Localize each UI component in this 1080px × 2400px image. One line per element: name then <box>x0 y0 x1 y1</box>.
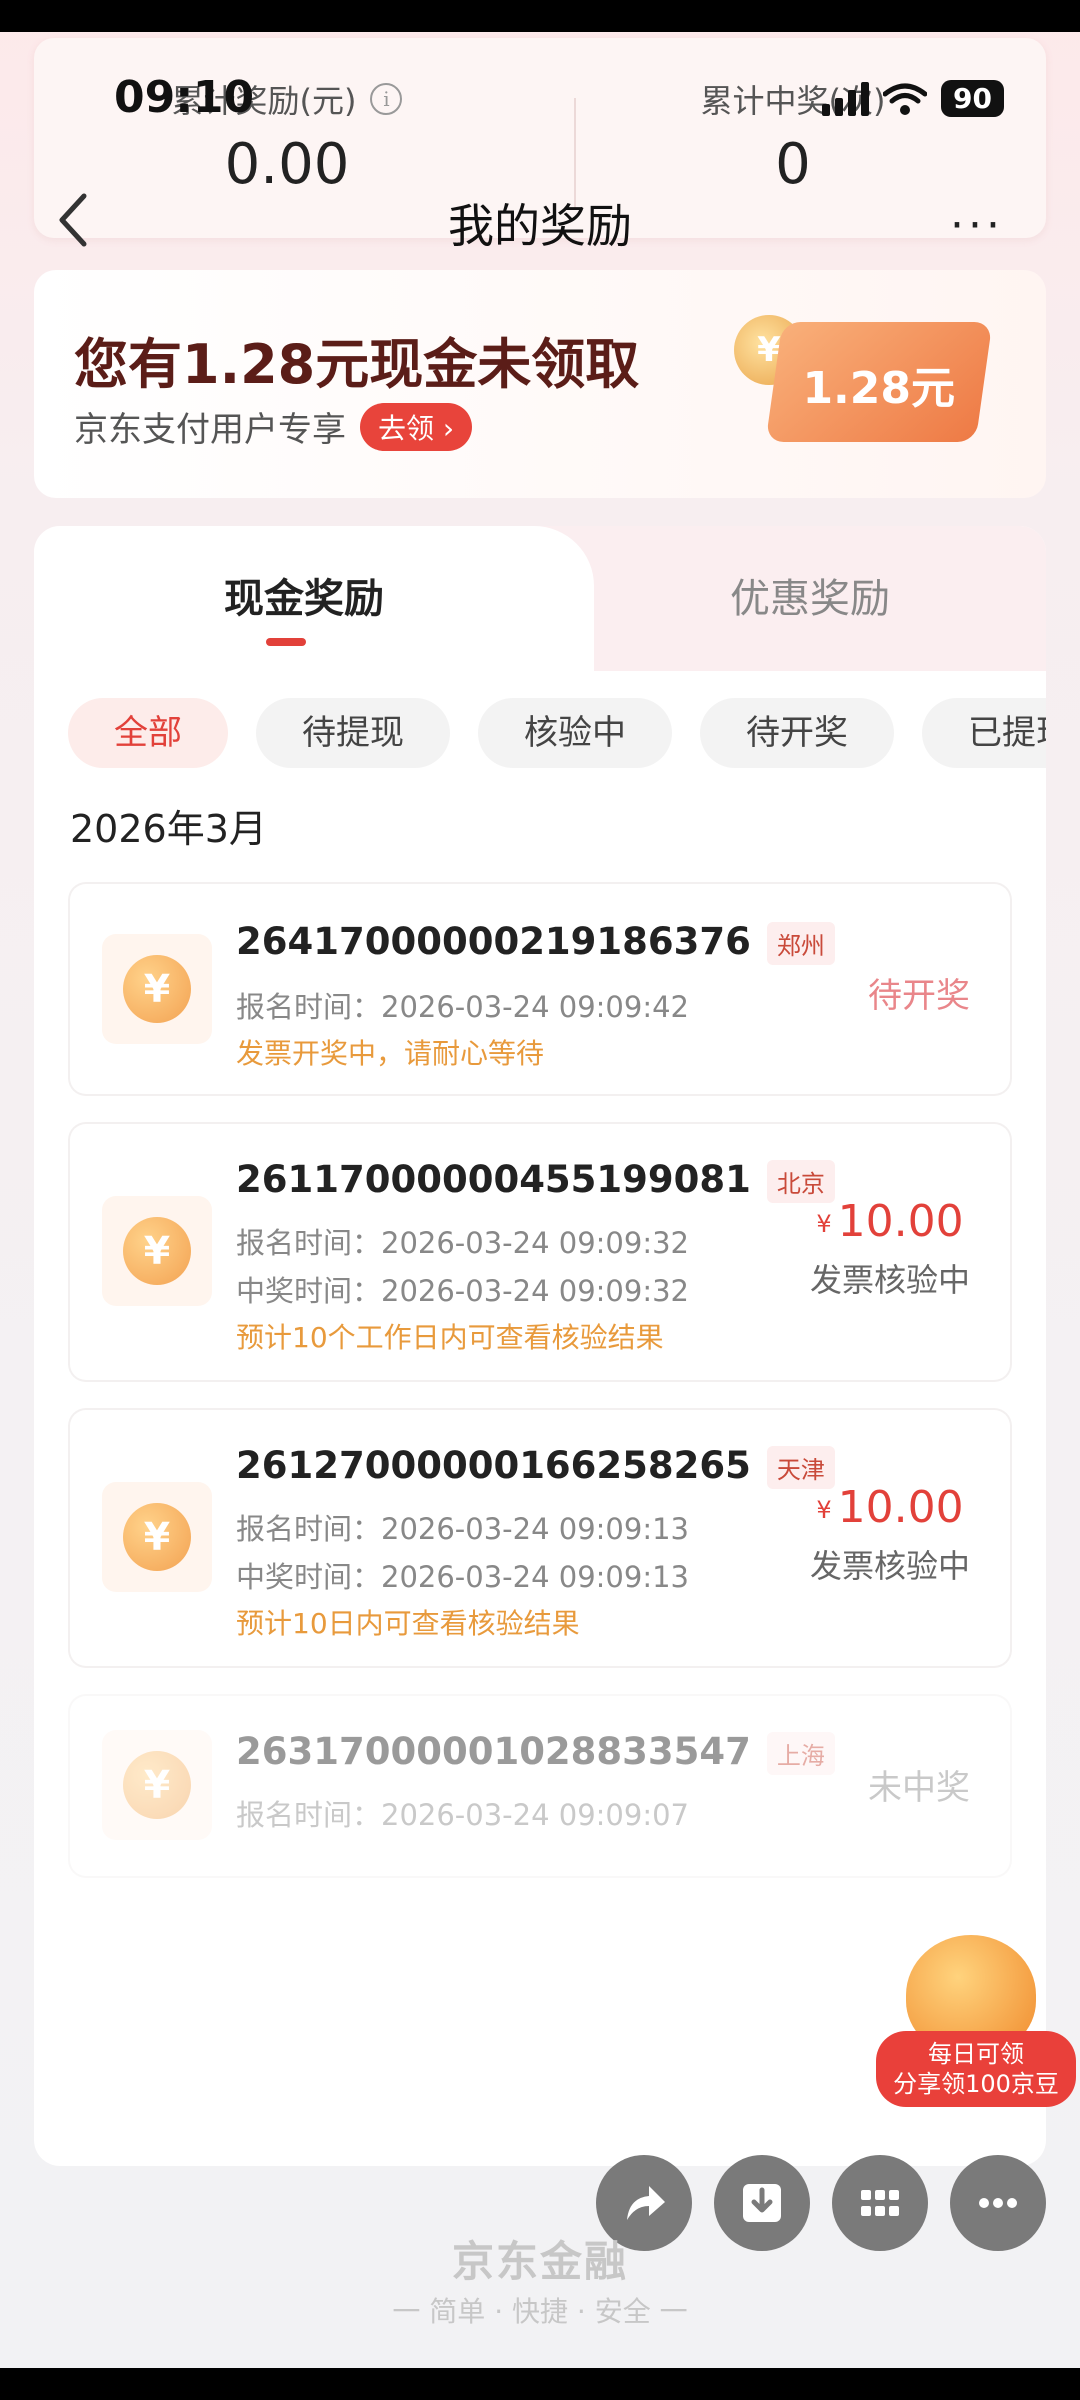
reward-amount: 10.00 <box>837 1482 964 1533</box>
banner-title: 您有1.28元现金未领取 <box>74 333 640 396</box>
bottom-screen-edge <box>0 2368 1080 2400</box>
tab-cash-rewards[interactable]: 现金奖励 <box>34 566 574 624</box>
filter-withdrawn[interactable]: 已提现 <box>922 698 1046 768</box>
more-options-button[interactable]: ··· <box>950 200 1004 251</box>
reward-entry[interactable]: ¥ 26127000000166258265 天津 报名时间：2026-03-24… <box>70 1410 1010 1666</box>
filter-verifying[interactable]: 核验中 <box>478 698 672 768</box>
entry-status: 发票核验中 <box>809 1261 970 1299</box>
entry-note: 预计10日内可查看核验结果 <box>236 1607 580 1640</box>
currency-symbol: ¥ <box>816 1496 832 1524</box>
total-reward-stat: 累计奖励(元) i 0.00 <box>34 76 540 197</box>
filter-pending-withdraw[interactable]: 待提现 <box>256 698 450 768</box>
page-title: 我的奖励 <box>448 199 632 253</box>
entry-status: 发票核验中 <box>809 1547 970 1585</box>
win-time: 中奖时间：2026-03-24 09:09:32 <box>236 1274 689 1308</box>
coin-icon: ¥ <box>102 1730 212 1840</box>
coin-icon: ¥ <box>102 1482 212 1592</box>
rewards-panel: 现金奖励 优惠奖励 全部 待提现 核验中 待开奖 已提现 2026年3月 ¥ 2… <box>34 526 1046 2166</box>
grid-icon <box>861 2190 899 2216</box>
download-icon <box>743 2184 781 2222</box>
footer-slogan: 一 简单 · 快捷 · 安全 一 <box>392 2295 688 2328</box>
cash-coupon-graphic: 1.28元 <box>765 322 993 442</box>
info-icon[interactable]: i <box>370 83 403 115</box>
footer-brand: 京东金融 <box>451 2237 628 2286</box>
battery-indicator: 90 <box>941 80 1004 117</box>
total-wins-value: 0 <box>775 132 811 197</box>
coin-icon: ¥ <box>102 934 212 1044</box>
entry-note: 发票开奖中，请耐心等待 <box>236 1037 545 1070</box>
tab-indicator <box>266 638 306 646</box>
filter-pending-draw[interactable]: 待开奖 <box>700 698 894 768</box>
coin-icon: ¥ <box>102 1196 212 1306</box>
signup-time: 报名时间：2026-03-24 09:09:42 <box>236 990 689 1024</box>
entry-id: 26117000000455199081 <box>236 1158 751 1201</box>
currency-symbol: ¥ <box>816 1210 832 1238</box>
promo-line-1: 每日可领 <box>928 2040 1024 2068</box>
more-icon <box>979 2198 1017 2208</box>
signup-time: 报名时间：2026-03-24 09:09:07 <box>236 1798 689 1832</box>
status-time: 09:10 <box>114 72 255 123</box>
signal-icon <box>822 81 870 116</box>
status-icons: 90 <box>822 80 1004 117</box>
wifi-icon <box>883 83 928 115</box>
share-icon <box>627 2186 665 2220</box>
entry-id: 26317000001028833547 <box>236 1730 751 1773</box>
entry-status: 未中奖 <box>868 1768 970 1808</box>
city-tag: 郑州 <box>766 922 835 965</box>
entry-status: 待开奖 <box>868 976 970 1016</box>
total-reward-value: 0.00 <box>224 132 350 197</box>
reward-amount: 10.00 <box>837 1196 964 1247</box>
month-header: 2026年3月 <box>70 807 267 851</box>
filter-all[interactable]: 全部 <box>68 698 228 768</box>
promo-line-2: 分享领100京豆 <box>893 2070 1059 2098</box>
signup-time: 报名时间：2026-03-24 09:09:13 <box>236 1512 689 1546</box>
banner-subtitle: 京东支付用户专享 <box>74 410 346 450</box>
filter-chips: 全部 待提现 核验中 待开奖 已提现 <box>68 698 1046 768</box>
top-screen-edge <box>0 0 1080 32</box>
reward-entry[interactable]: ¥ 26417000000219186376 郑州 报名时间：2026-03-24… <box>70 884 1010 1094</box>
entry-id: 26417000000219186376 <box>236 920 751 963</box>
daily-bean-promo[interactable]: 每日可领 分享领100京豆 <box>876 1935 1080 2107</box>
entry-id: 26127000000166258265 <box>236 1444 751 1487</box>
unclaimed-cash-banner[interactable]: 您有1.28元现金未领取 京东支付用户专享 去领 › ¥ 1.28元 <box>34 270 1046 498</box>
claim-button[interactable]: 去领 › <box>360 402 473 451</box>
coupon-amount: 1.28元 <box>802 363 956 414</box>
entry-note: 预计10个工作日内可查看核验结果 <box>236 1321 664 1354</box>
signup-time: 报名时间：2026-03-24 09:09:32 <box>236 1226 689 1260</box>
win-time: 中奖时间：2026-03-24 09:09:13 <box>236 1560 689 1594</box>
reward-entry[interactable]: ¥ 26317000001028833547 上海 报名时间：2026-03-24… <box>70 1696 1010 1876</box>
city-tag: 上海 <box>766 1732 835 1775</box>
reward-entry[interactable]: ¥ 26117000000455199081 北京 报名时间：2026-03-24… <box>70 1124 1010 1380</box>
tab-discount-rewards[interactable]: 优惠奖励 <box>574 566 1046 624</box>
